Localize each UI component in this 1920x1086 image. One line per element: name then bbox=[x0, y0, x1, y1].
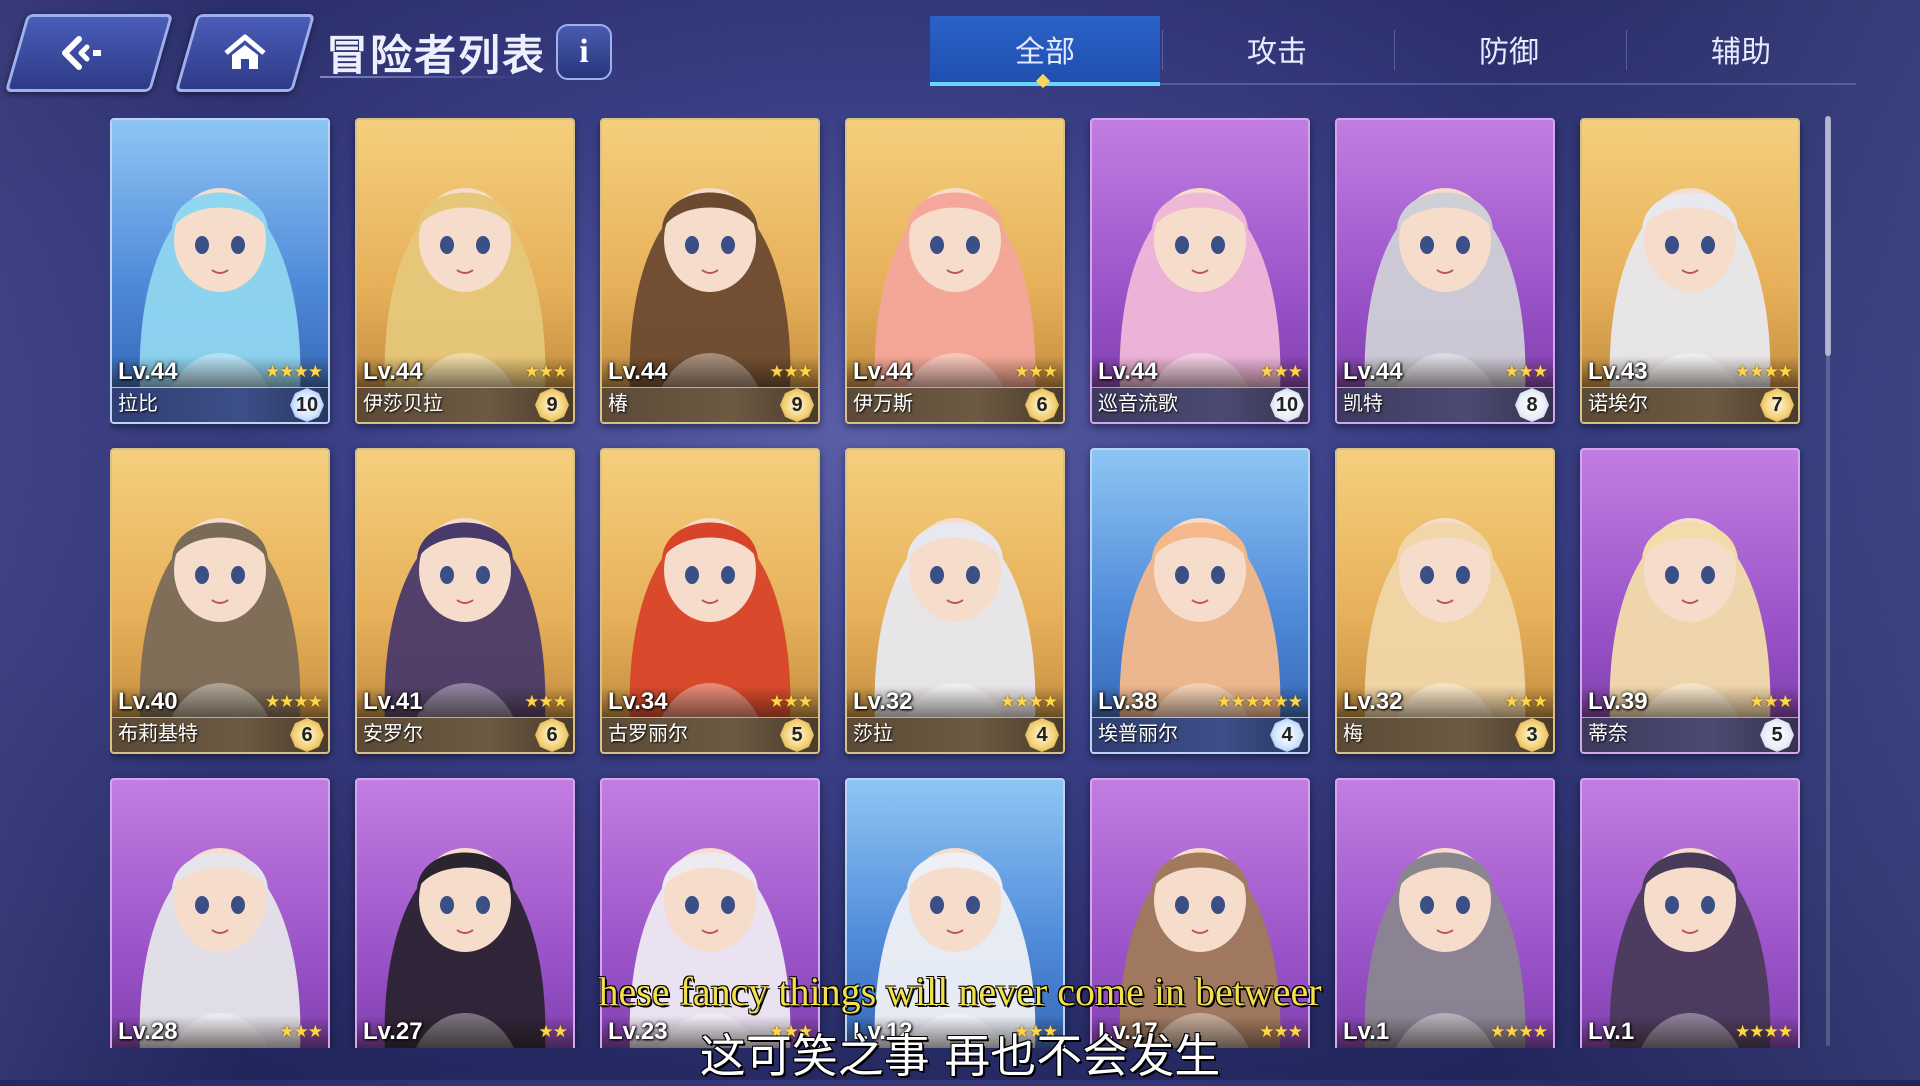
level-label: Lv.40 bbox=[118, 688, 178, 715]
adventurer-name: 巡音流歌 bbox=[1098, 391, 1178, 415]
level-label: Lv.34 bbox=[608, 688, 668, 715]
tab-label: 全部 bbox=[1015, 35, 1075, 70]
adventurer-card[interactable]: Lv.44 ★★★★ 拉比 10 bbox=[110, 118, 330, 424]
adventurer-card[interactable]: Lv.44 ★★★ 巡音流歌 10 bbox=[1090, 118, 1310, 424]
adventurer-name: 拉比 bbox=[118, 391, 158, 415]
level-label: Lv.41 bbox=[363, 688, 423, 715]
level-label: Lv.44 bbox=[608, 358, 668, 385]
adventurer-card[interactable]: Lv.44 ★★★ 椿 9 bbox=[600, 118, 820, 424]
level-label: Lv.44 bbox=[1098, 358, 1158, 385]
subtitle-english: hese fancy things will never come in bet… bbox=[598, 969, 1322, 1014]
adventurer-card[interactable]: Lv.41 ★★★ 安罗尔 6 bbox=[355, 448, 575, 754]
adventurer-card[interactable]: Lv.43 ★★★★ 诺埃尔 7 bbox=[1580, 118, 1800, 424]
star-rating: ★★★★ bbox=[1000, 692, 1058, 712]
star-rating: ★★★ bbox=[769, 362, 813, 382]
category-tabs: 全部 攻击 防御 辅助 bbox=[930, 16, 1856, 86]
rank-badge: 10 bbox=[290, 388, 324, 422]
level-label: Lv.44 bbox=[853, 358, 913, 385]
tab-label: 辅助 bbox=[1711, 35, 1771, 70]
star-rating: ★★★ bbox=[1504, 362, 1548, 382]
info-icon: i bbox=[579, 33, 589, 70]
back-button[interactable] bbox=[4, 14, 174, 92]
adventurer-name: 蒂奈 bbox=[1588, 721, 1628, 745]
star-rating: ★★★ bbox=[1749, 692, 1793, 712]
tab-label: 防御 bbox=[1479, 35, 1539, 70]
adventurer-card[interactable]: Lv.32 ★★★★ 莎拉 4 bbox=[845, 448, 1065, 754]
star-rating: ★★★ bbox=[1259, 362, 1303, 382]
page-title: 冒险者列表 bbox=[326, 31, 547, 80]
star-rating: ★★★★★★ bbox=[1216, 692, 1303, 712]
star-rating: ★★★ bbox=[524, 692, 568, 712]
adventurer-card[interactable]: Lv.39 ★★★ 蒂奈 5 bbox=[1580, 448, 1800, 754]
star-rating: ★★★ bbox=[524, 362, 568, 382]
adventurer-name: 安罗尔 bbox=[363, 721, 423, 745]
level-label: Lv.44 bbox=[363, 358, 423, 385]
back-arrow-icon bbox=[62, 36, 101, 70]
level-label: Lv.32 bbox=[1343, 688, 1403, 715]
level-label: Lv.43 bbox=[1588, 358, 1648, 385]
info-button[interactable]: i bbox=[556, 24, 612, 80]
title-underline bbox=[320, 76, 532, 78]
adventurer-card[interactable]: Lv.40 ★★★★ 布莉基特 6 bbox=[110, 448, 330, 754]
adventurer-name: 伊莎贝拉 bbox=[363, 391, 443, 415]
star-rating: ★★★★ bbox=[265, 692, 323, 712]
subtitle-chinese: 这可笑之事 再也不会发生 bbox=[699, 1029, 1221, 1083]
adventurer-name: 诺埃尔 bbox=[1588, 391, 1648, 415]
adventurer-card[interactable]: Lv.44 ★★★ 伊莎贝拉 9 bbox=[355, 118, 575, 424]
star-rating: ★★★ bbox=[1014, 362, 1058, 382]
adventurer-card[interactable]: Lv.34 ★★★ 古罗丽尔 5 bbox=[600, 448, 820, 754]
adventurer-name: 伊万斯 bbox=[853, 391, 913, 415]
adventurer-card[interactable]: Lv.32 ★★★ 梅 3 bbox=[1335, 448, 1555, 754]
star-rating: ★★★ bbox=[769, 692, 813, 712]
adventurer-name: 凯特 bbox=[1343, 391, 1383, 415]
adventurer-card[interactable]: Lv.44 ★★★ 凯特 8 bbox=[1335, 118, 1555, 424]
level-label: Lv.39 bbox=[1588, 688, 1648, 715]
level-label: Lv.32 bbox=[853, 688, 913, 715]
home-icon bbox=[224, 34, 266, 69]
star-rating: ★★★ bbox=[1504, 692, 1548, 712]
scrollbar-thumb[interactable] bbox=[1825, 116, 1831, 356]
tab-label: 攻击 bbox=[1247, 35, 1307, 70]
level-label: Lv.44 bbox=[1343, 358, 1403, 385]
tab-support[interactable]: 辅助 bbox=[1626, 16, 1856, 82]
tab-attack[interactable]: 攻击 bbox=[1162, 16, 1392, 82]
star-rating: ★★★★ bbox=[1735, 362, 1793, 382]
home-button[interactable] bbox=[174, 14, 316, 92]
adventurer-card[interactable]: Lv.38 ★★★★★★ 埃普丽尔 4 bbox=[1090, 448, 1310, 754]
adventurer-name: 莎拉 bbox=[853, 721, 893, 745]
adventurer-name: 梅 bbox=[1343, 721, 1363, 745]
level-label: Lv.38 bbox=[1098, 688, 1158, 715]
adventurer-name: 埃普丽尔 bbox=[1098, 721, 1178, 745]
star-rating: ★★★★ bbox=[265, 362, 323, 382]
tab-defense[interactable]: 防御 bbox=[1394, 16, 1624, 82]
adventurer-card[interactable]: Lv.44 ★★★ 伊万斯 6 bbox=[845, 118, 1065, 424]
adventurer-name: 椿 bbox=[608, 391, 628, 415]
adventurer-name: 布莉基特 bbox=[118, 721, 198, 745]
adventurer-grid: Lv.44 ★★★★ 拉比 10 Lv.44 ★★★ 伊莎贝拉 9 Lv.44 ★★★ 椿 9 Lv.4… bbox=[110, 118, 1810, 1048]
adventurer-name: 古罗丽尔 bbox=[608, 721, 688, 745]
level-label: Lv.44 bbox=[118, 358, 178, 385]
